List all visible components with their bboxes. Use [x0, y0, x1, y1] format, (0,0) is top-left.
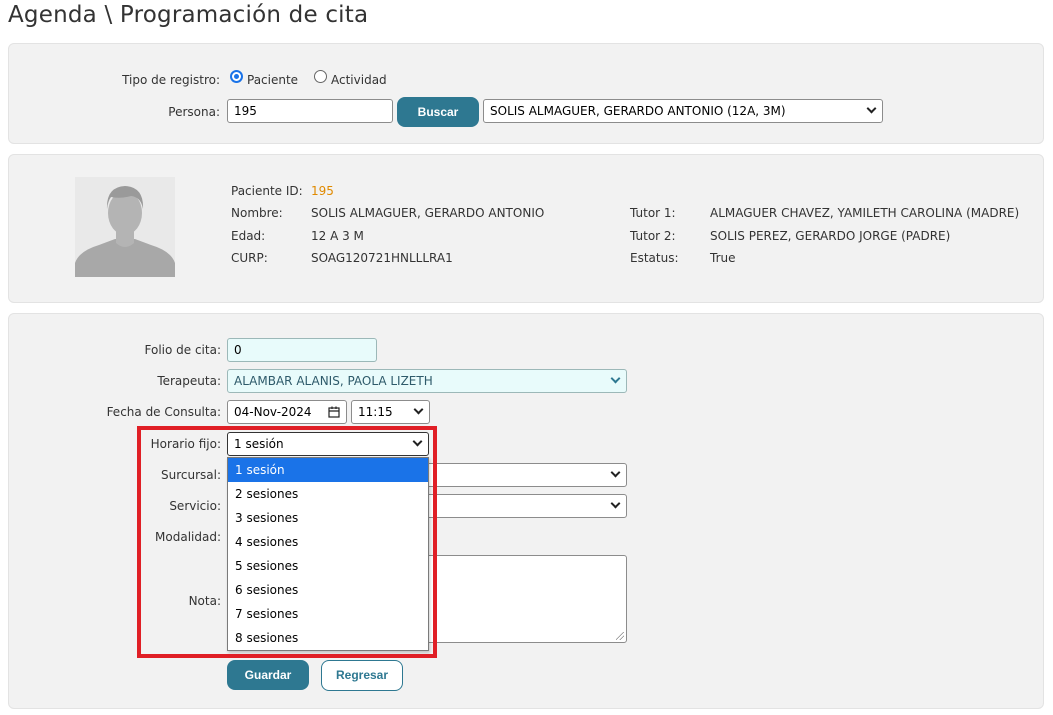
tutor2-value: SOLIS PEREZ, GERARDO JORGE (PADRE): [710, 229, 951, 243]
estatus-value: True: [710, 251, 736, 265]
regresar-button[interactable]: Regresar: [321, 660, 403, 691]
nombre-label: Nombre:: [231, 206, 283, 220]
persona-select[interactable]: SOLIS ALMAGUER, GERARDO ANTONIO (12A, 3M…: [483, 99, 883, 123]
persona-select-value: SOLIS ALMAGUER, GERARDO ANTONIO (12A, 3M…: [490, 104, 786, 118]
fecha-input[interactable]: 04-Nov-2024: [227, 400, 347, 424]
resize-grip-icon[interactable]: [616, 632, 624, 640]
persona-label: Persona:: [168, 105, 220, 119]
curp-value: SOAG120721HNLLLRA1: [311, 251, 453, 265]
user-silhouette-icon: [75, 177, 175, 277]
fecha-label: Fecha de Consulta:: [106, 405, 221, 419]
highlight-box: [137, 426, 437, 658]
edad-label: Edad:: [231, 229, 266, 243]
folio-label: Folio de cita:: [144, 343, 222, 357]
chevron-down-icon: [610, 498, 621, 509]
hora-select-value: 11:15: [358, 405, 393, 419]
paciente-id-label: Paciente ID:: [231, 184, 303, 198]
radio-actividad[interactable]: [314, 70, 327, 83]
patient-panel: Paciente ID: 195 Nombre: SOLIS ALMAGUER,…: [8, 154, 1044, 303]
terapeuta-select-value: ALAMBAR ALANIS, PAOLA LIZETH: [234, 374, 433, 388]
search-panel: Tipo de registro: Paciente Actividad Per…: [8, 43, 1044, 144]
tutor1-label: Tutor 1:: [630, 206, 676, 220]
paciente-id-value: 195: [311, 184, 334, 198]
radio-actividad-label[interactable]: Actividad: [331, 73, 387, 87]
fecha-value: 04-Nov-2024: [234, 405, 312, 419]
calendar-icon[interactable]: [328, 406, 340, 418]
radio-paciente-label[interactable]: Paciente: [247, 73, 298, 87]
tutor1-value: ALMAGUER CHAVEZ, YAMILETH CAROLINA (MADR…: [710, 206, 1020, 220]
chevron-down-icon: [610, 373, 621, 384]
page-title: Agenda \ Programación de cita: [8, 2, 369, 28]
chevron-down-icon: [610, 467, 621, 478]
buscar-button[interactable]: Buscar: [397, 97, 479, 127]
radio-paciente[interactable]: [230, 70, 243, 83]
guardar-button[interactable]: Guardar: [227, 660, 309, 690]
estatus-label: Estatus:: [630, 251, 679, 265]
hora-select[interactable]: 11:15: [351, 400, 430, 424]
avatar: [75, 177, 175, 277]
persona-input[interactable]: 195: [227, 99, 393, 123]
edad-value: 12 A 3 M: [311, 229, 364, 243]
terapeuta-label: Terapeuta:: [157, 374, 221, 388]
tutor2-label: Tutor 2:: [630, 229, 676, 243]
nombre-value: SOLIS ALMAGUER, GERARDO ANTONIO: [311, 206, 545, 220]
folio-input[interactable]: 0: [227, 338, 377, 362]
chevron-down-icon: [866, 103, 877, 114]
chevron-down-icon: [413, 404, 424, 415]
tipo-registro-label: Tipo de registro:: [122, 73, 220, 87]
terapeuta-select[interactable]: ALAMBAR ALANIS, PAOLA LIZETH: [227, 369, 627, 393]
curp-label: CURP:: [231, 251, 268, 265]
